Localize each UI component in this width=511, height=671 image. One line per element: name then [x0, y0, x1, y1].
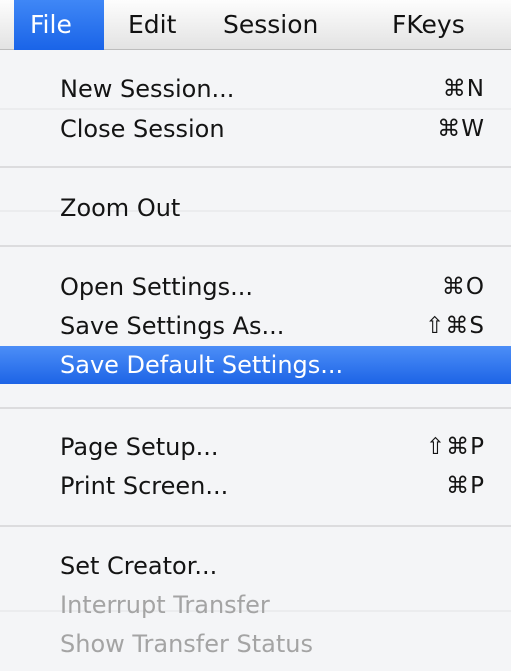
menu-item-label: Save Default Settings... [60, 351, 344, 379]
menu-item-label: Open Settings... [60, 273, 254, 301]
menu-item-shortcut: ⌘P [446, 473, 485, 499]
menu-item-shortcut: ⌘O [441, 274, 485, 300]
menu-item-interrupt-transfer: Interrupt Transfer [0, 586, 511, 624]
menu-item-shortcut: ⌘W [437, 116, 485, 142]
menu-separator [0, 407, 511, 409]
menu-item-new-session[interactable]: New Session... ⌘N [0, 70, 511, 108]
menu-item-open-settings[interactable]: Open Settings... ⌘O [0, 268, 511, 306]
menu-item-set-creator[interactable]: Set Creator... [0, 547, 511, 585]
menu-item-label: Save Settings As... [60, 312, 285, 340]
menu-item-label: Interrupt Transfer [60, 591, 270, 619]
menubar-session[interactable]: Session [223, 0, 318, 50]
menu-item-label: Print Screen... [60, 472, 229, 500]
menu-separator [0, 166, 511, 168]
menu-separator [0, 525, 511, 527]
menu-item-label: Show Transfer Status [60, 630, 313, 658]
menu-item-zoom-out[interactable]: Zoom Out [0, 189, 511, 227]
menu-item-print-screen[interactable]: Print Screen... ⌘P [0, 467, 511, 505]
menu-item-page-setup[interactable]: Page Setup... ⇧⌘P [0, 428, 511, 466]
menu-bar: File Edit Session FKeys [0, 0, 511, 50]
menu-separator [0, 245, 511, 247]
menu-item-label: Close Session [60, 115, 225, 143]
menu-item-shortcut: ⇧⌘S [425, 313, 485, 339]
menu-item-save-default-settings[interactable]: Save Default Settings... [0, 346, 511, 384]
menu-item-save-settings-as[interactable]: Save Settings As... ⇧⌘S [0, 307, 511, 345]
menu-item-label: Page Setup... [60, 433, 219, 461]
menu-item-label: Zoom Out [60, 194, 181, 222]
menu-item-shortcut: ⌘N [442, 76, 485, 102]
menu-item-label: Set Creator... [60, 552, 218, 580]
menu-item-close-session[interactable]: Close Session ⌘W [0, 110, 511, 148]
menubar-fkeys[interactable]: FKeys [392, 0, 465, 50]
menu-item-show-transfer-status: Show Transfer Status [0, 625, 511, 663]
menu-item-label: New Session... [60, 75, 235, 103]
menubar-file[interactable]: File [14, 0, 104, 50]
menubar-edit[interactable]: Edit [128, 0, 176, 50]
menu-item-shortcut: ⇧⌘P [425, 434, 485, 460]
